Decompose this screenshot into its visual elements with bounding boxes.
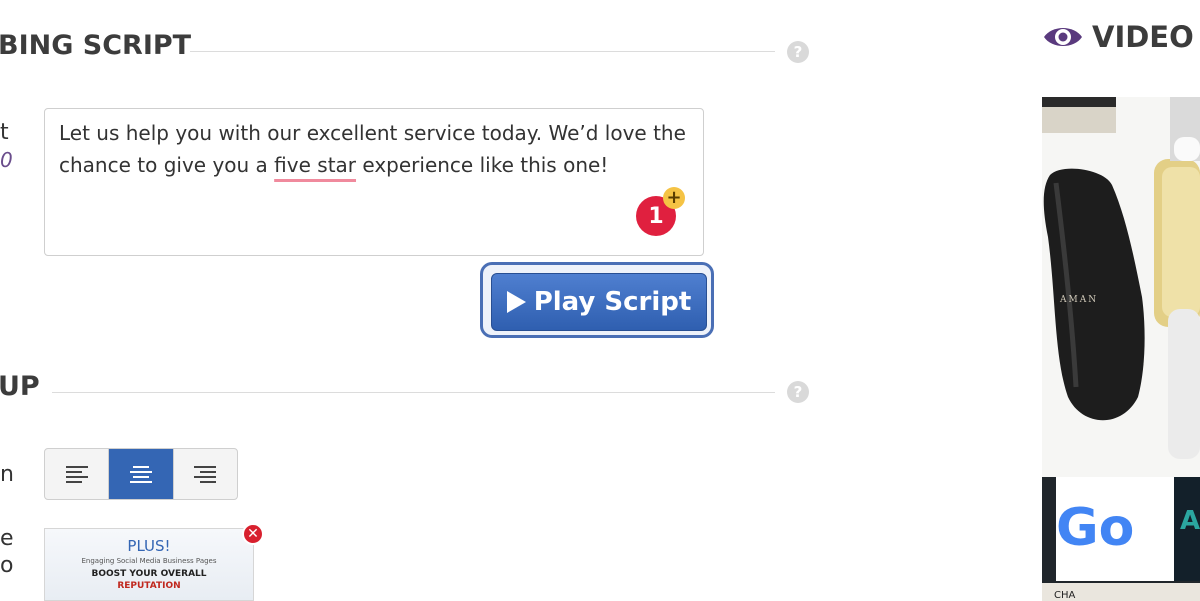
- video-preview[interactable]: AMAN Go A CHA: [1042, 97, 1200, 601]
- align-right-button[interactable]: [174, 449, 237, 499]
- video-product-text: AMAN: [1059, 295, 1098, 305]
- align-center-button[interactable]: [109, 449, 174, 499]
- help-icon[interactable]: ?: [787, 381, 809, 403]
- section-title-setup: UP: [0, 371, 40, 402]
- play-script-label: Play Script: [533, 287, 692, 317]
- align-center-icon: [129, 465, 152, 483]
- video-preview-title: VIDEO P: [1092, 20, 1200, 54]
- thumb-subtitle: Engaging Social Media Business Pages: [81, 557, 217, 565]
- video-frame-art: AMAN Go A CHA: [1042, 97, 1200, 601]
- remove-logo-icon[interactable]: ✕: [242, 523, 264, 545]
- logo-thumbnail[interactable]: PLUS! Engaging Social Media Business Pag…: [44, 528, 254, 601]
- section-title-script: BING SCRIPT: [0, 30, 192, 61]
- eye-icon: [1044, 28, 1082, 46]
- google-logo-text: Go: [1056, 498, 1134, 558]
- script-textarea[interactable]: Let us help you with our excellent servi…: [44, 108, 704, 256]
- alignment-button-group: [44, 448, 238, 500]
- video-bottom-text: CHA: [1054, 590, 1076, 601]
- align-right-icon: [194, 465, 217, 483]
- logo-label-1: e: [0, 526, 14, 551]
- logo-label-2: o: [0, 553, 14, 578]
- google-letters: Go: [1056, 498, 1134, 558]
- thumb-heading: PLUS!: [127, 537, 171, 555]
- help-icon[interactable]: ?: [787, 41, 809, 63]
- play-icon: [506, 291, 526, 313]
- script-char-counter: 0: [0, 148, 13, 172]
- thumb-highlight: REPUTATION: [117, 581, 181, 591]
- play-script-button[interactable]: Play Script: [491, 273, 707, 331]
- thumb-tagline: BOOST YOUR OVERALL: [91, 569, 207, 579]
- add-icon[interactable]: +: [663, 187, 685, 209]
- script-field-label: t: [0, 120, 9, 145]
- align-left-icon: [65, 465, 88, 483]
- video-overlay-letter: A: [1180, 506, 1200, 536]
- alignment-label: n: [0, 462, 14, 487]
- script-text-part2: experience like this one!: [356, 153, 609, 177]
- section-divider: [190, 51, 775, 52]
- section-divider: [52, 392, 775, 393]
- script-text-flagged[interactable]: five star: [274, 153, 356, 177]
- align-left-button[interactable]: [45, 449, 110, 499]
